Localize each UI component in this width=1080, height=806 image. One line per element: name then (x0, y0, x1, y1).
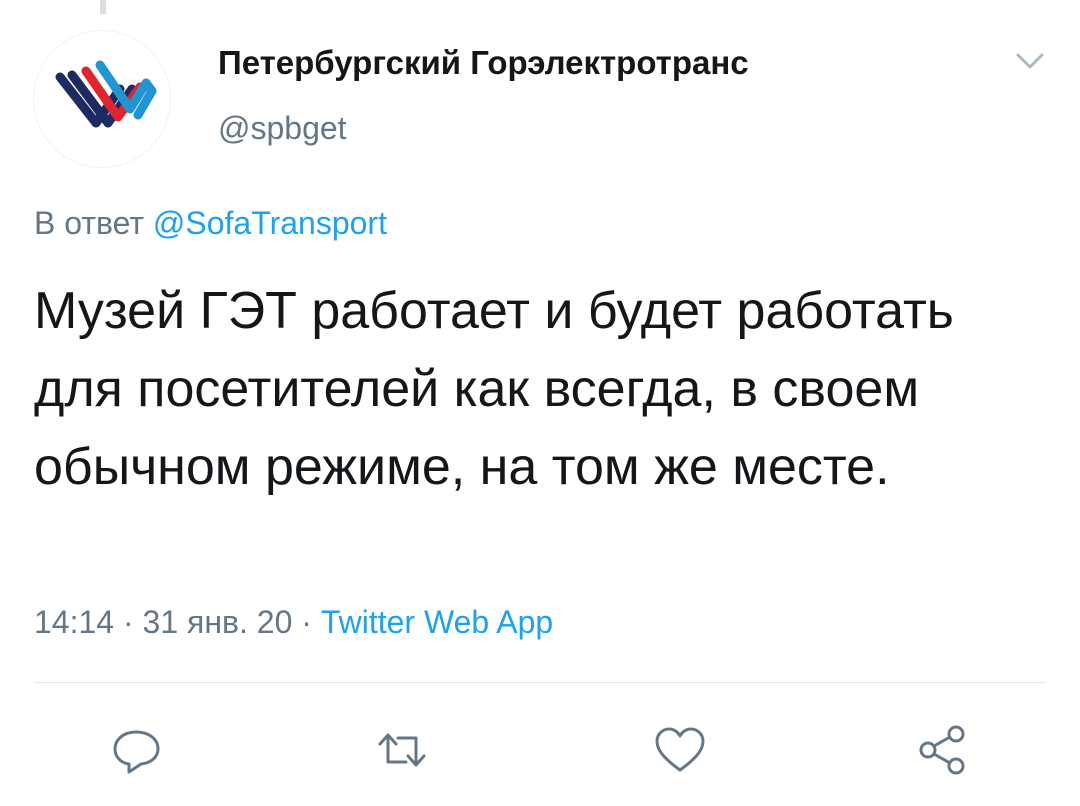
thread-connector-line (100, 0, 106, 14)
tweet-text: Музей ГЭТ работает и будет работать для … (34, 282, 954, 496)
tweet-time[interactable]: 14:14 (34, 604, 114, 640)
meta-separator: · (301, 604, 312, 640)
tweet-date[interactable]: 31 янв. 20 (143, 604, 293, 640)
retweet-icon (378, 733, 426, 767)
share-icon (919, 725, 965, 775)
like-button[interactable] (652, 722, 708, 778)
author-handle[interactable]: @spbget (218, 110, 347, 147)
reply-mention-link[interactable]: @SofaTransport (153, 205, 387, 241)
reply-context: В ответ @SofaTransport (34, 205, 387, 242)
reply-button[interactable] (108, 722, 164, 778)
meta-separator: · (122, 604, 134, 640)
author-display-name[interactable]: Петербургский Горэлектротранс (218, 44, 749, 82)
share-button[interactable] (914, 722, 970, 778)
tweet-menu-button[interactable] (1012, 48, 1048, 74)
avatar[interactable] (34, 31, 170, 167)
tweet-source-link[interactable]: Twitter Web App (321, 604, 553, 640)
tweet-meta: 14:14 · 31 янв. 20 · Twitter Web App (34, 604, 553, 641)
spbget-logo-icon (55, 60, 157, 128)
reply-prefix: В ответ (34, 205, 145, 241)
divider (34, 682, 1046, 683)
chevron-down-icon (1016, 53, 1044, 69)
tweet-detail: Петербургский Горэлектротранс @spbget В … (0, 0, 1080, 806)
retweet-button[interactable] (374, 722, 430, 778)
like-icon (655, 727, 705, 772)
reply-icon (113, 730, 160, 774)
